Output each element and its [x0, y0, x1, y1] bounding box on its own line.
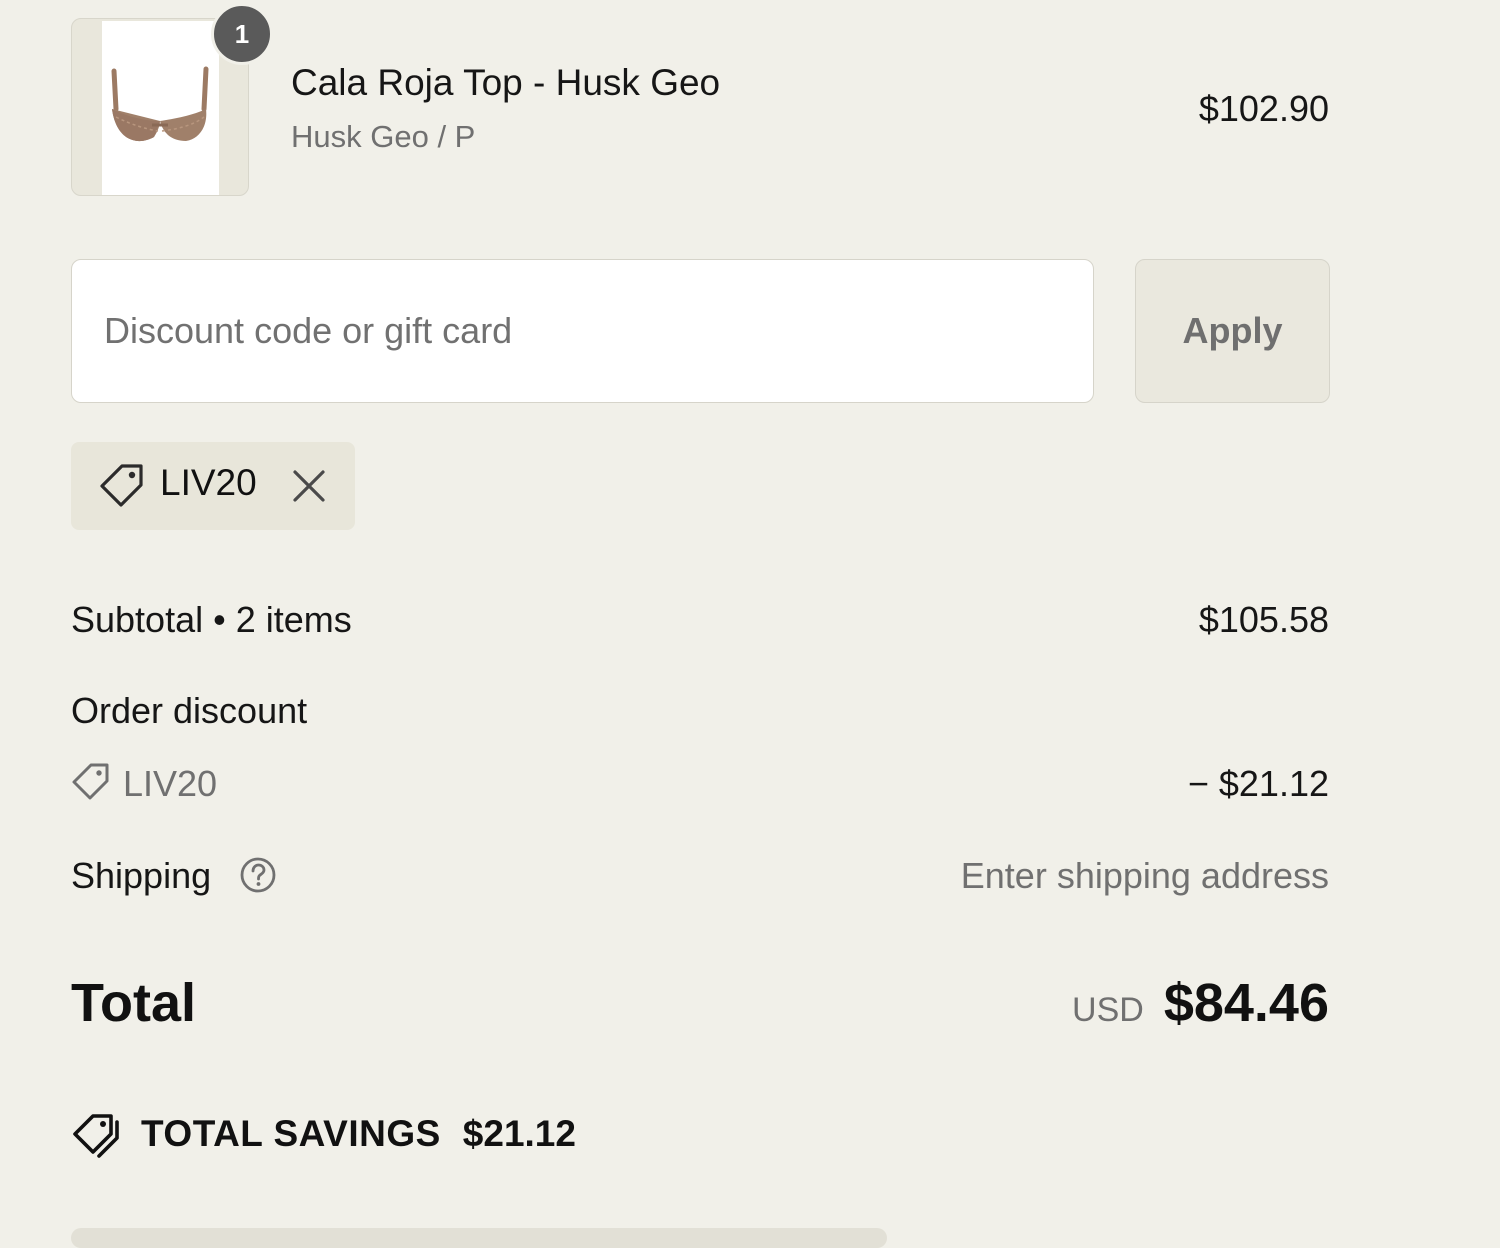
next-section-placeholder: [71, 1228, 887, 1248]
applied-discount-chip: LIV20: [71, 442, 355, 530]
total-savings-value: $21.12: [462, 1113, 576, 1154]
subtotal-label: Subtotal • 2 items: [71, 599, 352, 640]
order-discount-code: LIV20: [123, 763, 218, 804]
tag-icon: [100, 464, 143, 507]
apply-button[interactable]: Apply: [1135, 259, 1330, 403]
tags-icon: [73, 1114, 119, 1158]
product-thumbnail: 1: [71, 3, 273, 196]
applied-discount-code: LIV20: [160, 462, 257, 503]
line-item: 1 Cala Roja Top - Husk Geo Husk Geo / P …: [71, 3, 1329, 198]
subtotal-value: $105.58: [1198, 599, 1329, 640]
quantity-badge: 1: [211, 3, 273, 65]
product-variant: Husk Geo / P: [291, 119, 476, 154]
tag-icon: [72, 763, 109, 800]
currency-code: USD: [1072, 991, 1144, 1029]
question-circle-icon[interactable]: [239, 856, 277, 894]
total-value: $84.46: [1163, 973, 1329, 1033]
remove-discount-icon[interactable]: [289, 466, 329, 506]
total-amount-group: USD $84.46: [1072, 972, 1329, 1034]
total-savings: TOTAL SAVINGS $21.12: [71, 1108, 576, 1160]
discount-code-input[interactable]: [71, 259, 1094, 403]
order-discount-label: Order discount: [71, 690, 308, 731]
total-savings-label: TOTAL SAVINGS: [141, 1113, 441, 1154]
bikini-top-image: [111, 66, 209, 142]
product-price: $102.90: [1198, 88, 1329, 129]
order-discount-value: − $21.12: [1187, 763, 1329, 804]
total-label: Total: [71, 973, 196, 1033]
product-title: Cala Roja Top - Husk Geo: [291, 62, 721, 103]
order-summary: 1 Cala Roja Top - Husk Geo Husk Geo / P …: [71, 0, 1330, 1248]
shipping-label: Shipping: [71, 855, 212, 896]
shipping-value: Enter shipping address: [960, 855, 1329, 896]
product-image: [102, 21, 219, 195]
